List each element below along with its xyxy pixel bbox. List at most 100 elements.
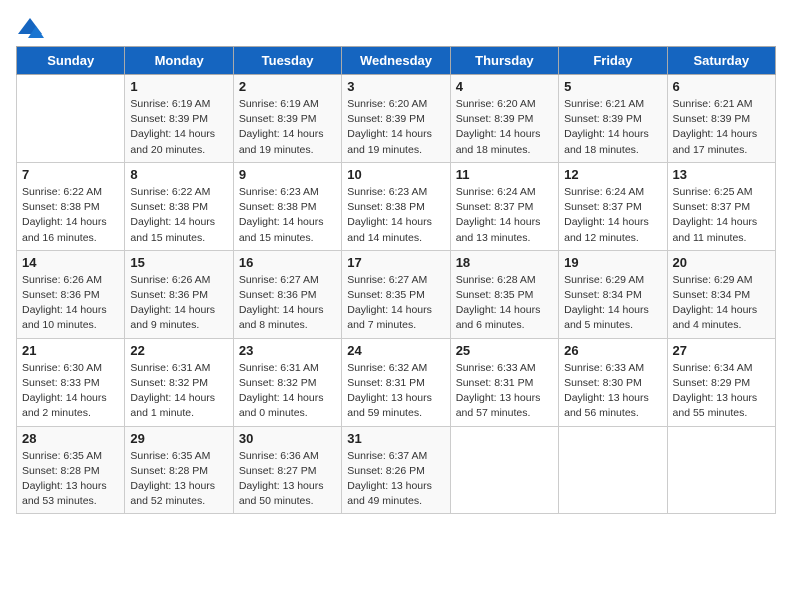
day-number: 21 bbox=[22, 343, 119, 358]
day-number: 15 bbox=[130, 255, 227, 270]
calendar-week-row: 1 Sunrise: 6:19 AM Sunset: 8:39 PM Daylig… bbox=[17, 75, 776, 163]
calendar-cell: 21 Sunrise: 6:30 AM Sunset: 8:33 PM Dayli… bbox=[17, 338, 125, 426]
calendar-cell bbox=[17, 75, 125, 163]
day-info: Sunrise: 6:26 AM Sunset: 8:36 PM Dayligh… bbox=[130, 273, 227, 334]
calendar-cell: 5 Sunrise: 6:21 AM Sunset: 8:39 PM Daylig… bbox=[559, 75, 667, 163]
day-number: 9 bbox=[239, 167, 336, 182]
calendar-cell bbox=[667, 426, 775, 514]
day-info: Sunrise: 6:31 AM Sunset: 8:32 PM Dayligh… bbox=[239, 361, 336, 422]
calendar-cell: 9 Sunrise: 6:23 AM Sunset: 8:38 PM Daylig… bbox=[233, 162, 341, 250]
day-header-monday: Monday bbox=[125, 47, 233, 75]
day-info: Sunrise: 6:27 AM Sunset: 8:35 PM Dayligh… bbox=[347, 273, 444, 334]
day-number: 6 bbox=[673, 79, 770, 94]
day-number: 22 bbox=[130, 343, 227, 358]
calendar-cell: 30 Sunrise: 6:36 AM Sunset: 8:27 PM Dayli… bbox=[233, 426, 341, 514]
calendar-cell: 11 Sunrise: 6:24 AM Sunset: 8:37 PM Dayli… bbox=[450, 162, 558, 250]
day-number: 24 bbox=[347, 343, 444, 358]
day-info: Sunrise: 6:30 AM Sunset: 8:33 PM Dayligh… bbox=[22, 361, 119, 422]
calendar-cell: 3 Sunrise: 6:20 AM Sunset: 8:39 PM Daylig… bbox=[342, 75, 450, 163]
calendar-cell bbox=[450, 426, 558, 514]
calendar-week-row: 7 Sunrise: 6:22 AM Sunset: 8:38 PM Daylig… bbox=[17, 162, 776, 250]
day-number: 29 bbox=[130, 431, 227, 446]
calendar-cell: 4 Sunrise: 6:20 AM Sunset: 8:39 PM Daylig… bbox=[450, 75, 558, 163]
calendar-cell: 14 Sunrise: 6:26 AM Sunset: 8:36 PM Dayli… bbox=[17, 250, 125, 338]
day-info: Sunrise: 6:28 AM Sunset: 8:35 PM Dayligh… bbox=[456, 273, 553, 334]
calendar-cell: 2 Sunrise: 6:19 AM Sunset: 8:39 PM Daylig… bbox=[233, 75, 341, 163]
calendar-cell: 1 Sunrise: 6:19 AM Sunset: 8:39 PM Daylig… bbox=[125, 75, 233, 163]
day-number: 14 bbox=[22, 255, 119, 270]
day-info: Sunrise: 6:20 AM Sunset: 8:39 PM Dayligh… bbox=[456, 97, 553, 158]
calendar-cell: 17 Sunrise: 6:27 AM Sunset: 8:35 PM Dayli… bbox=[342, 250, 450, 338]
calendar-cell: 25 Sunrise: 6:33 AM Sunset: 8:31 PM Dayli… bbox=[450, 338, 558, 426]
calendar-week-row: 21 Sunrise: 6:30 AM Sunset: 8:33 PM Dayli… bbox=[17, 338, 776, 426]
calendar-cell: 22 Sunrise: 6:31 AM Sunset: 8:32 PM Dayli… bbox=[125, 338, 233, 426]
day-info: Sunrise: 6:22 AM Sunset: 8:38 PM Dayligh… bbox=[130, 185, 227, 246]
day-number: 26 bbox=[564, 343, 661, 358]
calendar-cell: 6Sunrise: 6:21 AM Sunset: 8:39 PM Daylig… bbox=[667, 75, 775, 163]
calendar-cell: 29Sunrise: 6:35 AM Sunset: 8:28 PM Dayli… bbox=[125, 426, 233, 514]
day-header-tuesday: Tuesday bbox=[233, 47, 341, 75]
day-number: 11 bbox=[456, 167, 553, 182]
day-number: 1 bbox=[130, 79, 227, 94]
day-info: Sunrise: 6:26 AM Sunset: 8:36 PM Dayligh… bbox=[22, 273, 119, 334]
day-number: 8 bbox=[130, 167, 227, 182]
calendar-cell: 15 Sunrise: 6:26 AM Sunset: 8:36 PM Dayli… bbox=[125, 250, 233, 338]
day-number: 4 bbox=[456, 79, 553, 94]
day-info: Sunrise: 6:32 AM Sunset: 8:31 PM Dayligh… bbox=[347, 361, 444, 422]
calendar-table: SundayMondayTuesdayWednesdayThursdayFrid… bbox=[16, 46, 776, 514]
calendar-cell: 8 Sunrise: 6:22 AM Sunset: 8:38 PM Daylig… bbox=[125, 162, 233, 250]
calendar-cell bbox=[559, 426, 667, 514]
day-info: Sunrise: 6:34 AM Sunset: 8:29 PM Dayligh… bbox=[673, 361, 770, 422]
calendar-cell: 13 Sunrise: 6:25 AM Sunset: 8:37 PM Dayli… bbox=[667, 162, 775, 250]
day-number: 25 bbox=[456, 343, 553, 358]
day-info: Sunrise: 6:25 AM Sunset: 8:37 PM Dayligh… bbox=[673, 185, 770, 246]
calendar-cell: 28 Sunrise: 6:35 AM Sunset: 8:28 PM Dayli… bbox=[17, 426, 125, 514]
day-number: 28 bbox=[22, 431, 119, 446]
calendar-cell: 20 Sunrise: 6:29 AM Sunset: 8:34 PM Dayli… bbox=[667, 250, 775, 338]
page-header bbox=[16, 16, 776, 38]
calendar-cell: 10Sunrise: 6:23 AM Sunset: 8:38 PM Dayli… bbox=[342, 162, 450, 250]
day-number: 13 bbox=[673, 167, 770, 182]
day-info: Sunrise: 6:22 AM Sunset: 8:38 PM Dayligh… bbox=[22, 185, 119, 246]
day-info: Sunrise: 6:36 AM Sunset: 8:27 PM Dayligh… bbox=[239, 449, 336, 510]
calendar-cell: 19Sunrise: 6:29 AM Sunset: 8:34 PM Dayli… bbox=[559, 250, 667, 338]
calendar-cell: 18 Sunrise: 6:28 AM Sunset: 8:35 PM Dayli… bbox=[450, 250, 558, 338]
day-number: 7 bbox=[22, 167, 119, 182]
day-number: 30 bbox=[239, 431, 336, 446]
day-info: Sunrise: 6:23 AM Sunset: 8:38 PM Dayligh… bbox=[239, 185, 336, 246]
day-info: Sunrise: 6:23 AM Sunset: 8:38 PM Dayligh… bbox=[347, 185, 444, 246]
day-info: Sunrise: 6:24 AM Sunset: 8:37 PM Dayligh… bbox=[564, 185, 661, 246]
calendar-cell: 27 Sunrise: 6:34 AM Sunset: 8:29 PM Dayli… bbox=[667, 338, 775, 426]
day-info: Sunrise: 6:24 AM Sunset: 8:37 PM Dayligh… bbox=[456, 185, 553, 246]
day-number: 31 bbox=[347, 431, 444, 446]
day-number: 19 bbox=[564, 255, 661, 270]
calendar-cell: 12Sunrise: 6:24 AM Sunset: 8:37 PM Dayli… bbox=[559, 162, 667, 250]
day-number: 17 bbox=[347, 255, 444, 270]
calendar-header-row: SundayMondayTuesdayWednesdayThursdayFrid… bbox=[17, 47, 776, 75]
calendar-cell: 26 Sunrise: 6:33 AM Sunset: 8:30 PM Dayli… bbox=[559, 338, 667, 426]
calendar-week-row: 14 Sunrise: 6:26 AM Sunset: 8:36 PM Dayli… bbox=[17, 250, 776, 338]
day-header-friday: Friday bbox=[559, 47, 667, 75]
day-number: 27 bbox=[673, 343, 770, 358]
day-info: Sunrise: 6:29 AM Sunset: 8:34 PM Dayligh… bbox=[673, 273, 770, 334]
day-info: Sunrise: 6:33 AM Sunset: 8:31 PM Dayligh… bbox=[456, 361, 553, 422]
day-info: Sunrise: 6:31 AM Sunset: 8:32 PM Dayligh… bbox=[130, 361, 227, 422]
day-header-sunday: Sunday bbox=[17, 47, 125, 75]
day-header-saturday: Saturday bbox=[667, 47, 775, 75]
day-number: 2 bbox=[239, 79, 336, 94]
calendar-cell: 16Sunrise: 6:27 AM Sunset: 8:36 PM Dayli… bbox=[233, 250, 341, 338]
day-number: 20 bbox=[673, 255, 770, 270]
logo-icon bbox=[16, 16, 44, 38]
day-number: 18 bbox=[456, 255, 553, 270]
calendar-cell: 7 Sunrise: 6:22 AM Sunset: 8:38 PM Daylig… bbox=[17, 162, 125, 250]
day-info: Sunrise: 6:21 AM Sunset: 8:39 PM Dayligh… bbox=[564, 97, 661, 158]
day-number: 5 bbox=[564, 79, 661, 94]
day-info: Sunrise: 6:33 AM Sunset: 8:30 PM Dayligh… bbox=[564, 361, 661, 422]
day-info: Sunrise: 6:35 AM Sunset: 8:28 PM Dayligh… bbox=[22, 449, 119, 510]
day-info: Sunrise: 6:27 AM Sunset: 8:36 PM Dayligh… bbox=[239, 273, 336, 334]
day-info: Sunrise: 6:19 AM Sunset: 8:39 PM Dayligh… bbox=[130, 97, 227, 158]
day-header-thursday: Thursday bbox=[450, 47, 558, 75]
day-number: 3 bbox=[347, 79, 444, 94]
day-info: Sunrise: 6:20 AM Sunset: 8:39 PM Dayligh… bbox=[347, 97, 444, 158]
day-info: Sunrise: 6:19 AM Sunset: 8:39 PM Dayligh… bbox=[239, 97, 336, 158]
